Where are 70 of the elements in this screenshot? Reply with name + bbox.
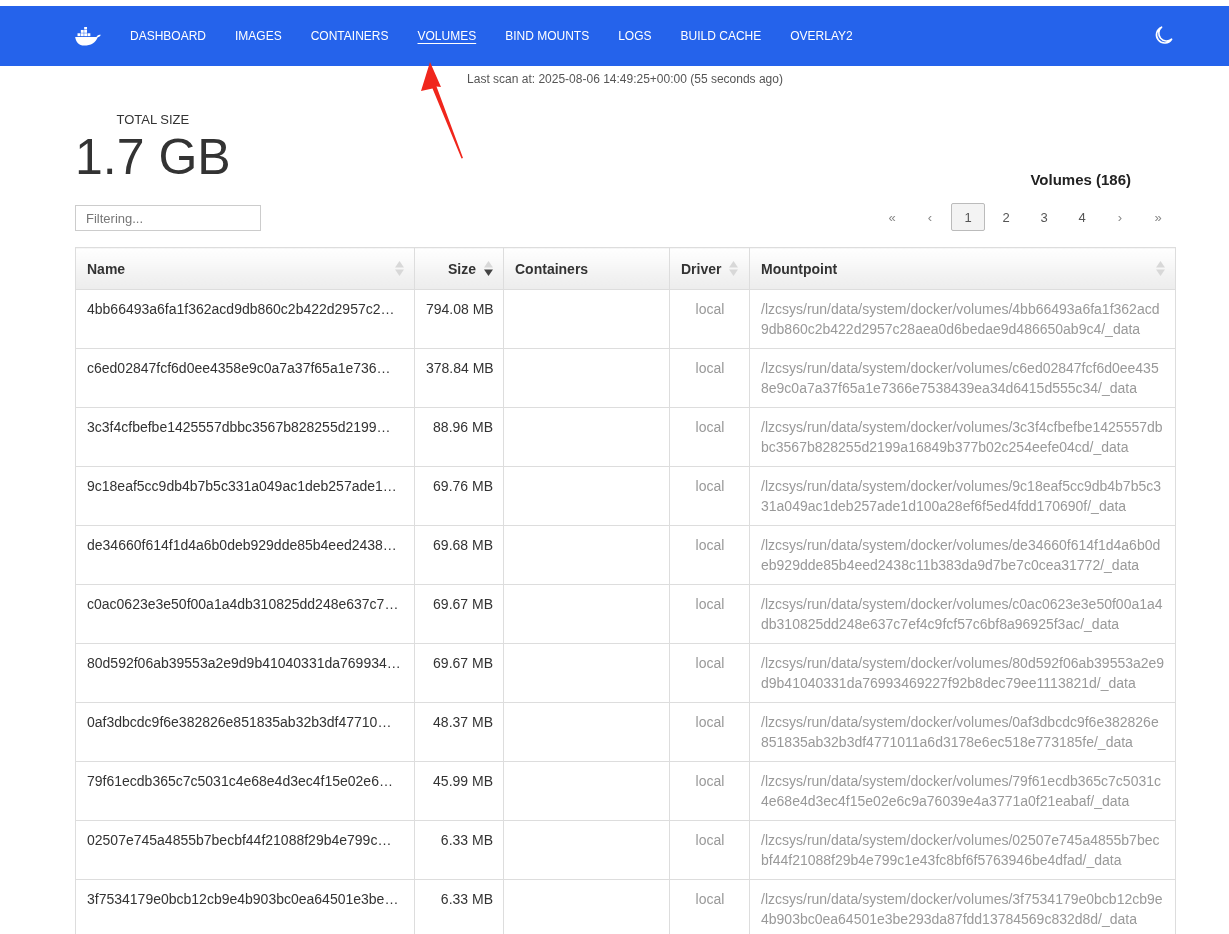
table-cell: local <box>669 525 750 585</box>
column-header[interactable]: Name <box>75 247 415 290</box>
table-cell: 45.99 MB <box>414 761 504 821</box>
table-cell: 80d592f06ab39553a2e9d9b41040331da769934… <box>75 643 415 703</box>
nav-link[interactable]: BIND MOUNTS <box>505 28 590 44</box>
table-cell: c6ed02847fcf6d0ee4358e9c0a7a37f65a1e736… <box>75 348 415 408</box>
table-cell: /lzcsys/run/data/system/docker/volumes/80d592f06ab39553a2e9d9b41040331da76993469227f92b8dec79ee1113821d/_data <box>749 643 1176 703</box>
table-cell: /lzcsys/run/data/system/docker/volumes/c0ac0623e3e50f00a1a4db310825dd248e637c7ef4c9fcf57c6bf8a96925f3ac/_data <box>749 584 1176 644</box>
table-cell: /lzcsys/run/data/system/docker/volumes/4bb66493a6fa1f362acd9db860c2b422d2957c28aea0d6bedae9d486650ab9c4/_data <box>749 289 1176 349</box>
table-cell: local <box>669 466 750 526</box>
table-cell: local <box>669 702 750 762</box>
table-cell: local <box>669 761 750 821</box>
volume-count-heading: Volumes (186) <box>1030 171 1131 189</box>
table-cell: local <box>669 407 750 467</box>
table-cell: local <box>669 584 750 644</box>
table-cell: 69.67 MB <box>414 584 504 644</box>
table-cell: 69.76 MB <box>414 466 504 526</box>
nav-link[interactable]: IMAGES <box>235 28 282 44</box>
table-cell: /lzcsys/run/data/system/docker/volumes/79f61ecdb365c7c5031c4e68e4d3ec4f15e02e6c9a76039e4a3771a0f21eabaf/_data <box>749 761 1176 821</box>
page-button[interactable]: 2 <box>989 203 1023 231</box>
nav-link[interactable]: OVERLAY2 <box>790 28 853 44</box>
nav-link[interactable]: VOLUMES <box>417 28 477 44</box>
table-cell: 9c18eaf5cc9db4b7b5c331a049ac1deb257ade1… <box>75 466 415 526</box>
table-cell: /lzcsys/run/data/system/docker/volumes/02507e745a4855b7becbf44f21088f29b4e799c1e43fc8bf6f5763946be4dfad/_data <box>749 820 1176 880</box>
table-cell: c0ac0623e3e50f00a1a4db310825dd248e637c7… <box>75 584 415 644</box>
page-button[interactable]: 1 <box>951 203 985 231</box>
table-cell: /lzcsys/run/data/system/docker/volumes/3c3f4cfbefbe1425557dbbc3567b828255d2199a16849b377b02c254eefe04cd/_data <box>749 407 1176 467</box>
total-size-value: 1.7 GB <box>75 131 231 183</box>
filter-field[interactable]: Filtering... <box>75 205 261 231</box>
table-cell: 69.67 MB <box>414 643 504 703</box>
table-cell: de34660f614f1d4a6b0deb929dde85b4eed2438… <box>75 525 415 585</box>
table-cell: local <box>669 643 750 703</box>
table-cell: /lzcsys/run/data/system/docker/volumes/9c18eaf5cc9db4b7b5c331a049ac1deb257ade1d100a28ef6f5ed4fdd170690f/_data <box>749 466 1176 526</box>
table-cell: /lzcsys/run/data/system/docker/volumes/0af3dbcdc9f6e382826e851835ab32b3df4771011a6d3178e6ec518e773185fe/_data <box>749 702 1176 762</box>
table-cell: 4bb66493a6fa1f362acd9db860c2b422d2957c2… <box>75 289 415 349</box>
page-button[interactable]: 3 <box>1027 203 1061 231</box>
table-cell: /lzcsys/run/data/system/docker/volumes/de34660f614f1d4a6b0deb929dde85b4eed2438c11b383da9d7be7c0cea31772/_data <box>749 525 1176 585</box>
nav-link[interactable]: DASHBOARD <box>130 28 206 44</box>
column-header[interactable]: Size <box>414 247 504 290</box>
table-cell: 6.33 MB <box>414 820 504 880</box>
last-scan-text: Last scan at: 2025-08-06 14:49:25+00:00 (55 seconds ago) <box>467 72 783 86</box>
table-cell: 794.08 MB <box>414 289 504 349</box>
table-cell: 69.68 MB <box>414 525 504 585</box>
table-cell: 48.37 MB <box>414 702 504 762</box>
table-cell: local <box>669 289 750 349</box>
table-cell: 0af3dbcdc9f6e382826e851835ab32b3df47710… <box>75 702 415 762</box>
previous-page-button[interactable]: ‹ <box>913 203 947 231</box>
table-cell: 378.84 MB <box>414 348 504 408</box>
column-header[interactable]: Driver <box>669 247 750 290</box>
total-size-label: TOTAL SIZE <box>116 112 190 127</box>
table-cell: local <box>669 820 750 880</box>
first-page-button[interactable]: « <box>875 203 909 231</box>
whale-icon[interactable] <box>74 26 101 46</box>
last-page-button[interactable]: » <box>1141 203 1175 231</box>
nav-link[interactable]: LOGS <box>618 28 652 44</box>
table-cell: 02507e745a4855b7becbf44f21088f29b4e799c… <box>75 820 415 880</box>
column-header: Containers <box>503 247 670 290</box>
table-cell: 3c3f4cfbefbe1425557dbbc3567b828255d2199… <box>75 407 415 467</box>
arrow-icon <box>420 60 464 160</box>
next-page-button[interactable]: › <box>1103 203 1137 231</box>
page-button[interactable]: 4 <box>1065 203 1099 231</box>
table-cell: local <box>669 348 750 408</box>
table-cell: 3f7534179e0bcb12cb9e4b903bc0ea64501e3be… <box>75 879 415 934</box>
table-cell: 79f61ecdb365c7c5031c4e68e4d3ec4f15e02e6… <box>75 761 415 821</box>
nav-link[interactable]: CONTAINERS <box>310 28 389 44</box>
table-cell: /lzcsys/run/data/system/docker/volumes/c6ed02847fcf6d0ee4358e9c0a7a37f65a1e7366e7538439ea34d6415d555c34/_data <box>749 348 1176 408</box>
moon-icon[interactable] <box>1154 26 1173 46</box>
column-header[interactable]: Mountpoint <box>749 247 1176 290</box>
nav-link[interactable]: BUILD CACHE <box>680 28 762 44</box>
table-cell: 88.96 MB <box>414 407 504 467</box>
